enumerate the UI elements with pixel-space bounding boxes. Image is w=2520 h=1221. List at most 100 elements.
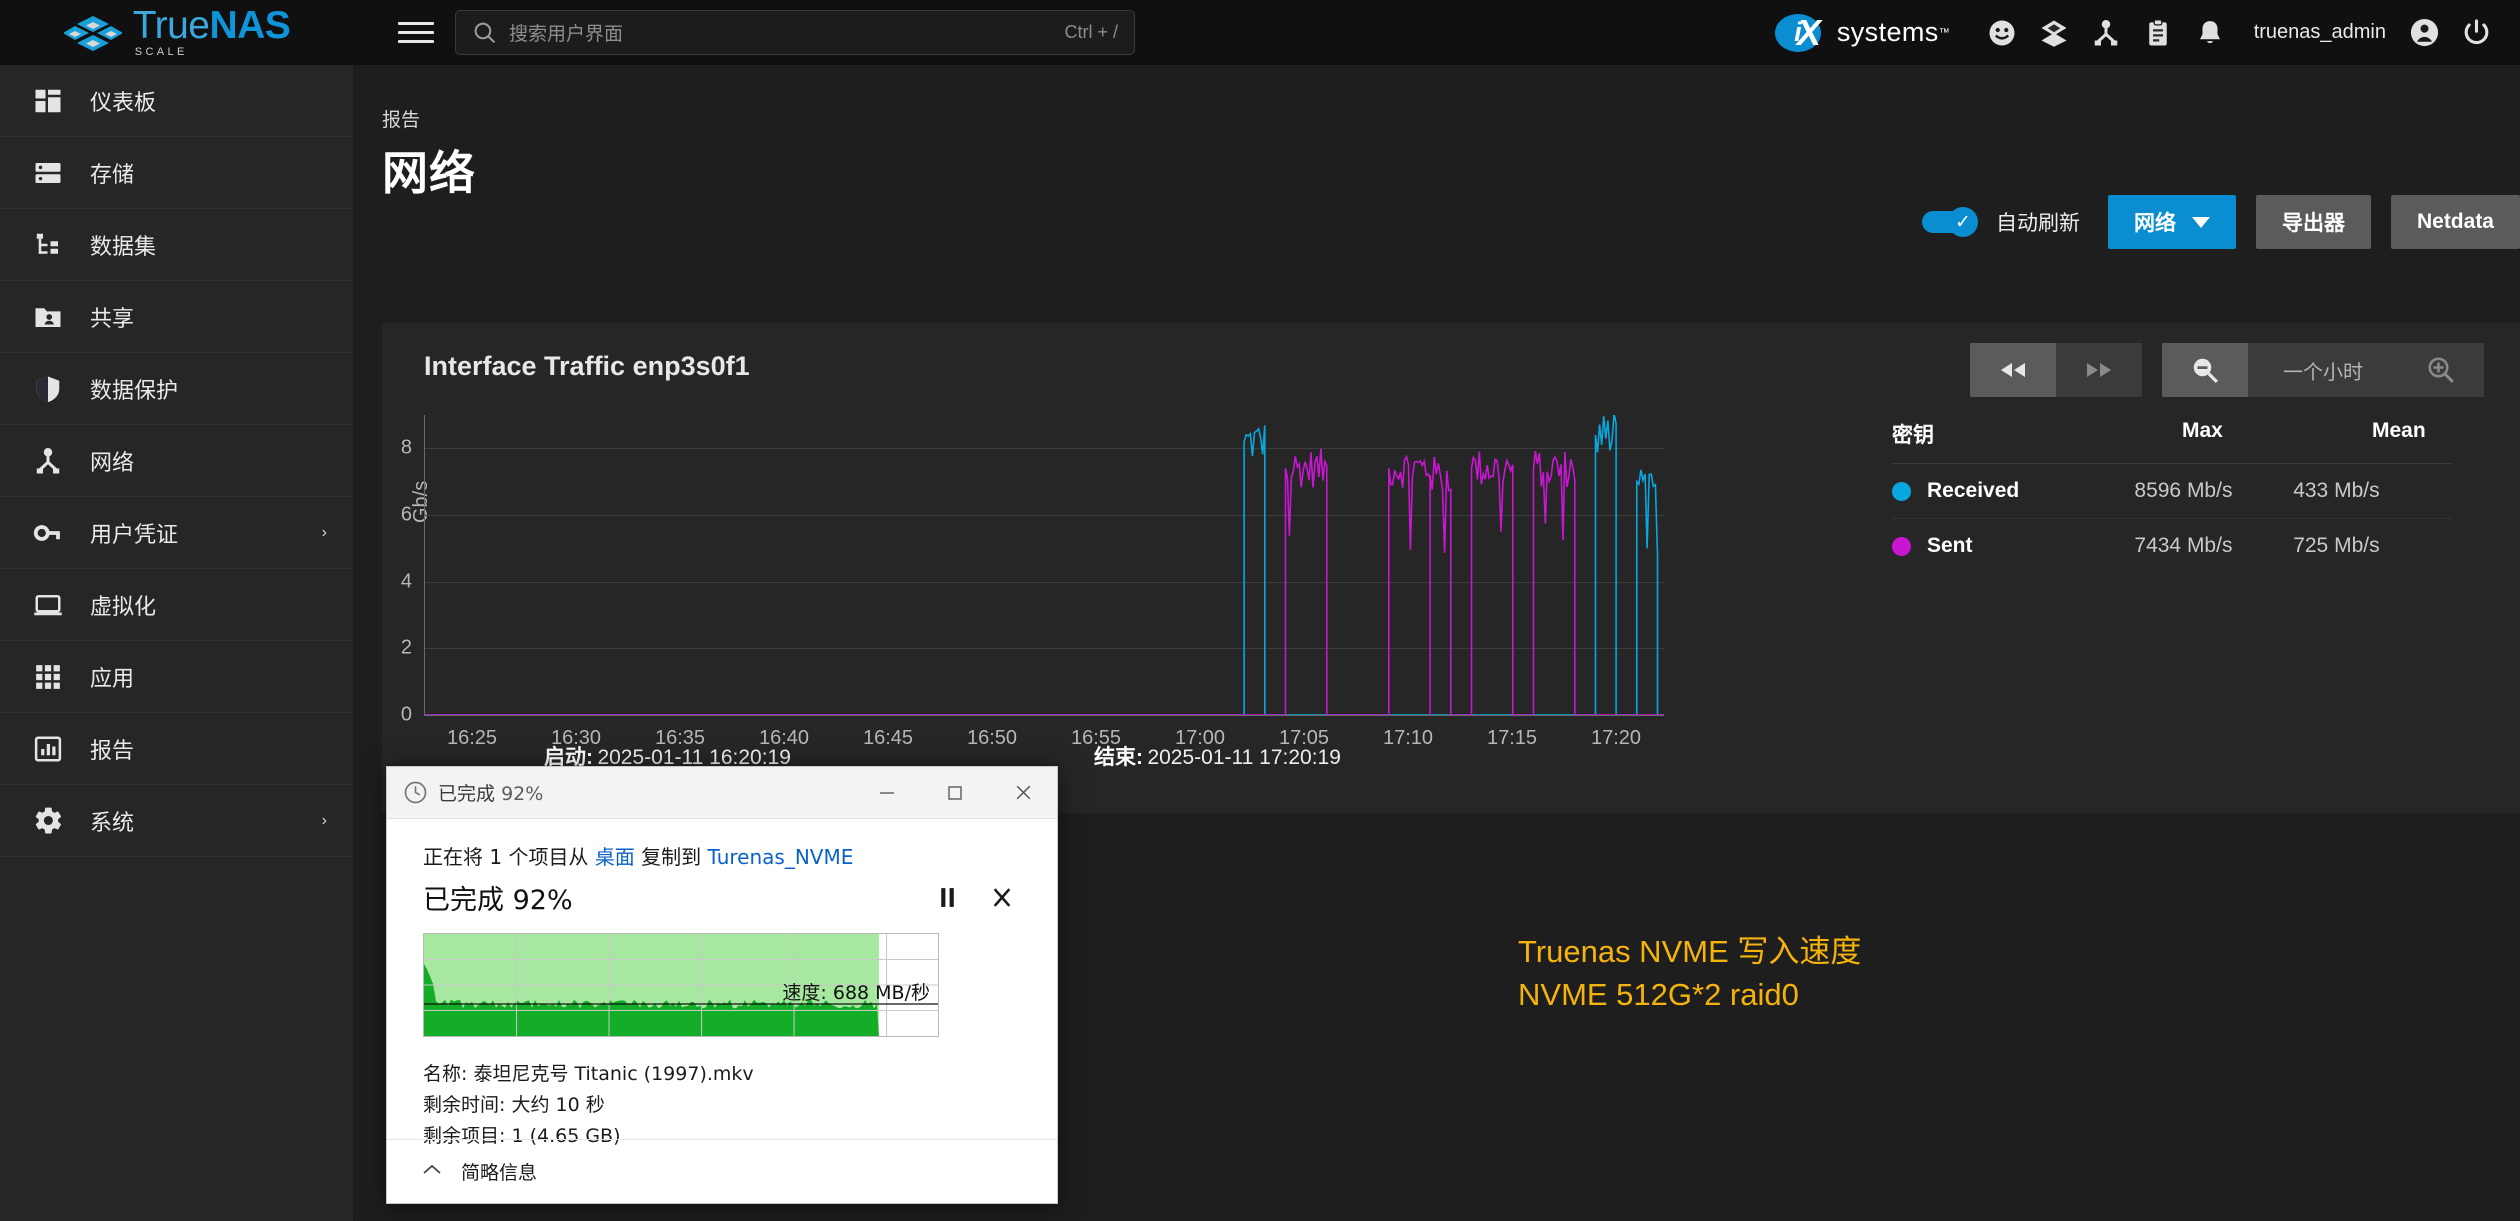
- sidebar-item-apps[interactable]: 应用: [0, 641, 353, 713]
- y-tick: 4: [400, 570, 412, 593]
- zoom-out-icon: [2193, 358, 2219, 384]
- sidebar-item-credentials[interactable]: 用户凭证 ›: [0, 497, 353, 569]
- sidebar-item-dashboard[interactable]: 仪表板: [0, 65, 353, 137]
- user-circle-icon[interactable]: [2398, 7, 2450, 59]
- sidebar-item-reporting[interactable]: 报告: [0, 713, 353, 785]
- forward-icon: [2087, 363, 2111, 377]
- netdata-button[interactable]: Netdata: [2390, 195, 2520, 249]
- search-input[interactable]: 搜索用户界面 Ctrl + /: [455, 10, 1135, 55]
- sidebar-item-virtualization[interactable]: 虚拟化: [0, 569, 353, 641]
- sidebar-item-datasets[interactable]: 数据集: [0, 209, 353, 281]
- legend-mean-value: 725 Mb/s: [2293, 534, 2380, 557]
- truenas-logo[interactable]: TrueNAS SCALE: [0, 0, 354, 65]
- clock-icon: [403, 780, 428, 805]
- power-icon[interactable]: [2450, 7, 2502, 59]
- legend-row-sent[interactable]: Sent 7434 Mb/s 725 Mb/s: [1892, 519, 2452, 573]
- truenas-reporting-page: TrueNAS SCALE 搜索用户界面 Ctrl + / i X system…: [0, 0, 2520, 1221]
- legend-row-received[interactable]: Received 8596 Mb/s 433 Mb/s: [1892, 464, 2452, 519]
- exporters-button[interactable]: 导出器: [2255, 195, 2371, 249]
- layers-icon[interactable]: [2028, 7, 2080, 59]
- sidebar-item-label: 数据保护: [90, 377, 179, 403]
- chevron-up-icon: [421, 1162, 443, 1182]
- sidebar-item-label: 共享: [90, 305, 135, 331]
- copy-mid-text: 复制到: [641, 845, 702, 869]
- chevron-right-icon: ›: [321, 523, 327, 541]
- y-tick: 2: [400, 636, 412, 659]
- detail-time-remaining: 剩余时间: 大约 10 秒: [423, 1093, 605, 1116]
- category-dropdown-button[interactable]: 网络: [2107, 195, 2236, 249]
- chevron-right-icon: ›: [321, 811, 327, 829]
- y-tick: 6: [400, 503, 412, 526]
- legend-header-max: Max: [2182, 419, 2223, 442]
- clipboard-icon[interactable]: [2132, 7, 2184, 59]
- x-tick: 17:15: [1486, 727, 1538, 749]
- ixsystems-logo: i X systems ™: [1774, 12, 1950, 53]
- breadcrumb[interactable]: 报告: [382, 105, 420, 132]
- time-range-label[interactable]: 一个小时: [2248, 343, 2398, 397]
- source-link[interactable]: 桌面: [595, 845, 635, 869]
- bell-icon[interactable]: [2184, 7, 2236, 59]
- top-bar: TrueNAS SCALE 搜索用户界面 Ctrl + / i X system…: [0, 0, 2520, 65]
- category-dropdown-label: 网络: [2133, 212, 2176, 235]
- sidebar-item-network[interactable]: 网络: [0, 425, 353, 497]
- search-icon: [474, 22, 496, 44]
- search-placeholder: 搜索用户界面: [509, 24, 624, 45]
- sidebar-item-storage[interactable]: 存储: [0, 137, 353, 209]
- sidebar-item-label: 虚拟化: [90, 593, 157, 619]
- network-icon[interactable]: [2080, 7, 2132, 59]
- legend-header-mean: Mean: [2372, 419, 2426, 442]
- sidebar-item-data-protection[interactable]: 数据保护: [0, 353, 353, 425]
- sidebar-item-system[interactable]: 系统 ›: [0, 785, 353, 857]
- destination-link[interactable]: Turenas_NVME: [708, 845, 854, 869]
- auto-refresh-toggle[interactable]: ✓ 自动刷新: [1921, 207, 2080, 237]
- page-title: 网络: [382, 147, 476, 199]
- legend-max-value: 7434 Mb/s: [2134, 534, 2233, 557]
- pause-icon[interactable]: [938, 886, 957, 909]
- legend-mean-value: 433 Mb/s: [2293, 479, 2380, 502]
- dialog-titlebar[interactable]: 已完成 92%: [387, 767, 1057, 819]
- zoom-out-button[interactable]: [2162, 343, 2248, 397]
- chart-legend-table: 密钥 Max Mean Received 8596 Mb/s 433 Mb/s …: [1892, 419, 2452, 573]
- storage-icon: [22, 158, 74, 188]
- x-tick: 16:50: [966, 727, 1018, 749]
- chart-title: Interface Traffic enp3s0f1: [424, 351, 750, 381]
- copy-description: 正在将 1 个项目从 桌面 复制到 Turenas_NVME: [423, 841, 1021, 870]
- zoom-in-button[interactable]: [2398, 343, 2484, 397]
- chevron-down-icon: [2191, 216, 2210, 228]
- annotation-text: Truenas NVME 写入速度 NVME 512G*2 raid0: [1518, 931, 1861, 1017]
- sidebar-item-label: 报告: [90, 737, 135, 763]
- cancel-icon[interactable]: [991, 886, 1013, 909]
- legend-header-row: 密钥 Max Mean: [1892, 419, 2452, 464]
- forward-button[interactable]: [2056, 343, 2142, 397]
- footer-label: 简略信息: [461, 1162, 538, 1184]
- sidebar-item-label: 用户凭证: [90, 521, 179, 547]
- y-tick: 8: [400, 436, 412, 459]
- maximize-icon[interactable]: [921, 767, 989, 819]
- apps-grid-icon: [22, 662, 74, 692]
- hamburger-icon[interactable]: [398, 15, 434, 51]
- copy-prefix-text: 正在将 1 个项目从: [423, 845, 589, 869]
- dialog-footer[interactable]: 简略信息: [387, 1139, 1057, 1203]
- close-icon[interactable]: [989, 767, 1057, 819]
- dashboard-icon: [22, 86, 74, 116]
- chart-controls: 一个小时: [1970, 343, 2484, 397]
- minimize-icon[interactable]: [853, 767, 921, 819]
- check-icon: ✓: [1947, 207, 1978, 237]
- sidebar-item-label: 存储: [90, 161, 135, 187]
- network-icon: [22, 446, 74, 476]
- progress-text: 已完成 92%: [423, 885, 573, 916]
- y-tick: 0: [400, 703, 412, 726]
- logo-scale-text: SCALE: [134, 45, 188, 58]
- key-icon: [22, 518, 74, 548]
- shares-folder-icon: [22, 302, 74, 332]
- series-color-dot: [1892, 536, 1911, 556]
- smiley-icon[interactable]: [1976, 7, 2028, 59]
- annotation-line-1: Truenas NVME 写入速度: [1518, 934, 1862, 969]
- ixsystems-wordmark: systems: [1836, 17, 1939, 47]
- x-tick: 16:45: [862, 727, 914, 749]
- sidebar-item-shares[interactable]: 共享: [0, 281, 353, 353]
- interface-traffic-card: Interface Traffic enp3s0f1 一个小时 Gb/s 0 2…: [382, 323, 2520, 813]
- page-toolbar: ✓ 自动刷新 网络 导出器 Netdata: [1921, 195, 2520, 249]
- auto-refresh-label: 自动刷新: [1995, 212, 2080, 235]
- rewind-button[interactable]: [1970, 343, 2056, 397]
